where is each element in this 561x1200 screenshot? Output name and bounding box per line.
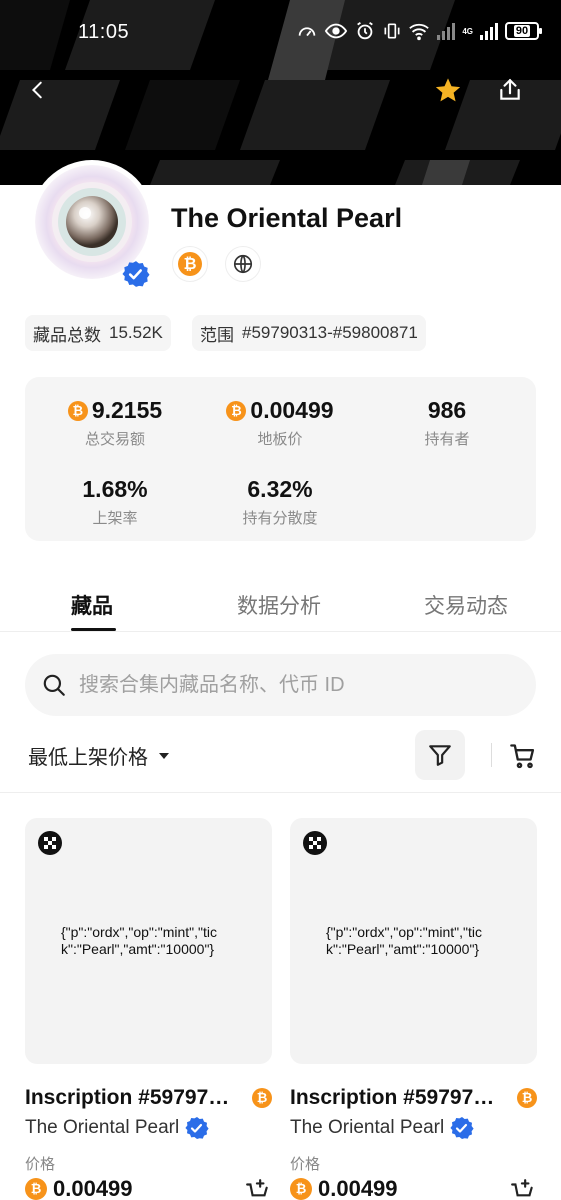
range-value: #59790313-#59800871 bbox=[242, 323, 418, 342]
tab-items[interactable]: 藏品 bbox=[71, 590, 113, 620]
chevron-down-icon bbox=[159, 752, 169, 759]
item-preview: {"p":"ordx","op":"mint","tick":"Pearl","… bbox=[25, 818, 272, 1064]
bitcoin-icon: ₿ bbox=[67, 400, 88, 421]
back-icon bbox=[31, 81, 42, 99]
share-icon bbox=[500, 78, 520, 100]
stat-label: 地板价 bbox=[257, 431, 303, 448]
network-type: 4G bbox=[462, 26, 473, 36]
cart-button[interactable] bbox=[505, 738, 541, 774]
stat-label: 持有分散度 bbox=[242, 510, 318, 527]
stat-value: 1.68% bbox=[82, 476, 148, 502]
item-title: Inscription #59797… bbox=[25, 1086, 230, 1109]
stat-value: 0.00499 bbox=[250, 397, 334, 423]
search-input[interactable] bbox=[79, 673, 499, 697]
globe-icon bbox=[233, 254, 253, 274]
speed-icon bbox=[296, 20, 318, 42]
price-label: 价格 bbox=[25, 1156, 56, 1173]
stat-holders: 986 持有者 bbox=[397, 397, 497, 449]
status-time: 11:05 bbox=[78, 21, 130, 43]
inscription-content: {"p":"ordx","op":"mint","tick":"Pearl","… bbox=[61, 924, 218, 957]
collection-banner: 11:05 4G 90 bbox=[0, 0, 561, 185]
divider bbox=[0, 792, 561, 793]
add-to-cart-icon[interactable] bbox=[510, 1178, 536, 1200]
search-bar[interactable] bbox=[25, 654, 536, 716]
cart-icon bbox=[510, 744, 535, 769]
filter-icon bbox=[429, 745, 451, 766]
protocol-icon bbox=[38, 831, 62, 855]
status-bar: 11:05 4G 90 bbox=[0, 0, 561, 64]
stat-label: 持有者 bbox=[424, 431, 470, 448]
stat-floor-price: ₿ 0.00499 地板价 bbox=[215, 397, 345, 449]
protocol-icon bbox=[303, 831, 327, 855]
active-tab-indicator bbox=[71, 628, 116, 631]
wifi-icon bbox=[408, 20, 430, 42]
item-preview: {"p":"ordx","op":"mint","tick":"Pearl","… bbox=[290, 818, 537, 1064]
item-title: Inscription #59797… bbox=[290, 1086, 495, 1109]
divider bbox=[491, 743, 492, 767]
stat-holder-dispersion: 6.32% 持有分散度 bbox=[225, 476, 335, 528]
share-button[interactable] bbox=[490, 70, 530, 110]
range-pill: 范围 #59790313-#59800871 bbox=[192, 315, 426, 351]
battery-level: 90 bbox=[513, 25, 531, 37]
bitcoin-icon: ₿ bbox=[25, 1178, 47, 1200]
stat-value: 9.2155 bbox=[91, 397, 163, 423]
stats-card: ₿ 9.2155 总交易额 ₿ 0.00499 地板价 986 持有者 1.68% … bbox=[25, 377, 536, 541]
chain-chip[interactable]: ₿ bbox=[172, 246, 208, 282]
verified-icon bbox=[122, 261, 150, 287]
stat-total-volume: ₿ 9.2155 总交易额 bbox=[55, 397, 175, 449]
item-card[interactable]: {"p":"ordx","op":"mint","tick":"Pearl","… bbox=[290, 818, 537, 1200]
total-items-value: 15.52K bbox=[109, 323, 163, 342]
add-to-cart-icon[interactable] bbox=[245, 1178, 271, 1200]
collection-title: The Oriental Pearl bbox=[171, 203, 403, 233]
total-items-pill: 藏品总数 15.52K bbox=[25, 315, 171, 351]
tab-activity[interactable]: 交易动态 bbox=[424, 590, 508, 620]
sort-selected: 最低上架价格 bbox=[28, 747, 148, 769]
website-link[interactable] bbox=[225, 246, 261, 282]
bitcoin-icon: ₿ bbox=[252, 1088, 272, 1108]
star-icon bbox=[435, 78, 461, 102]
stat-value: 986 bbox=[427, 397, 467, 423]
tab-analytics[interactable]: 数据分析 bbox=[237, 590, 321, 620]
bitcoin-icon: ₿ bbox=[226, 400, 247, 421]
alarm-icon bbox=[354, 20, 376, 42]
eye-icon bbox=[324, 20, 348, 42]
bitcoin-icon: ₿ bbox=[290, 1178, 312, 1200]
battery-icon: 90 bbox=[505, 22, 542, 40]
total-items-label: 藏品总数 bbox=[33, 325, 101, 345]
stat-value: 6.32% bbox=[247, 476, 313, 502]
filter-button[interactable] bbox=[415, 730, 465, 780]
inscription-content: {"p":"ordx","op":"mint","tick":"Pearl","… bbox=[326, 924, 483, 957]
verified-icon bbox=[450, 1117, 474, 1139]
price-label: 价格 bbox=[290, 1156, 321, 1173]
item-price: 0.00499 bbox=[318, 1176, 398, 1200]
stat-label: 上架率 bbox=[92, 510, 138, 527]
bitcoin-icon: ₿ bbox=[517, 1088, 537, 1108]
signal-icon-2 bbox=[479, 21, 499, 41]
stat-label: 总交易额 bbox=[84, 431, 145, 448]
stat-listed-rate: 1.68% 上架率 bbox=[65, 476, 165, 528]
search-icon bbox=[43, 674, 65, 696]
item-card[interactable]: {"p":"ordx","op":"mint","tick":"Pearl","… bbox=[25, 818, 272, 1200]
tab-bar: 藏品 数据分析 交易动态 bbox=[0, 580, 561, 632]
vibrate-icon bbox=[382, 20, 402, 42]
item-collection: The Oriental Pearl bbox=[25, 1117, 180, 1138]
verified-icon bbox=[185, 1117, 209, 1139]
item-price: 0.00499 bbox=[53, 1176, 133, 1200]
signal-icon bbox=[436, 21, 456, 41]
item-collection: The Oriental Pearl bbox=[290, 1117, 445, 1138]
bitcoin-icon: ₿ bbox=[178, 252, 202, 276]
sort-dropdown[interactable]: 最低上架价格 bbox=[28, 741, 170, 770]
status-icons: 4G 90 bbox=[296, 20, 542, 42]
range-label: 范围 bbox=[200, 325, 234, 345]
back-button[interactable] bbox=[18, 70, 58, 110]
favorite-button[interactable] bbox=[428, 70, 468, 110]
